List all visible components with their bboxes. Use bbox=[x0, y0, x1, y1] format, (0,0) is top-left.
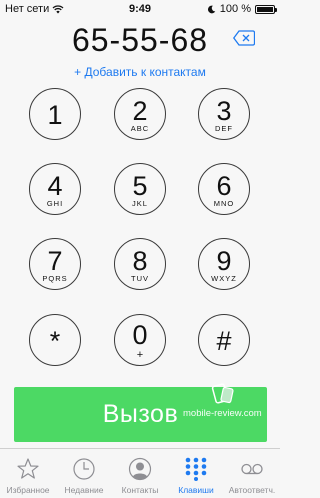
key-letters: DEF bbox=[215, 124, 233, 133]
watermark-logo-icon bbox=[211, 383, 234, 404]
key-digit: # bbox=[216, 326, 232, 356]
tab-label: Контакты bbox=[121, 485, 159, 495]
tab-contacts[interactable]: Контакты bbox=[112, 449, 168, 498]
key-hash[interactable]: # bbox=[198, 314, 250, 366]
key-digit: 7 bbox=[47, 246, 63, 276]
tab-recents[interactable]: Недавние bbox=[56, 449, 112, 498]
key-2[interactable]: 2 ABC bbox=[114, 88, 166, 140]
key-letters: GHI bbox=[46, 199, 64, 208]
key-0[interactable]: 0 + bbox=[114, 314, 166, 366]
key-4[interactable]: 4 GHI bbox=[29, 163, 81, 215]
key-digit: 0 bbox=[132, 320, 148, 350]
key-digit: 2 bbox=[132, 96, 148, 126]
key-star[interactable]: * bbox=[29, 314, 81, 366]
key-letters: MNO bbox=[213, 199, 235, 208]
key-7[interactable]: 7 PQRS bbox=[29, 238, 81, 290]
keypad-icon bbox=[185, 457, 207, 481]
key-letters: ABC bbox=[130, 124, 150, 133]
clock-icon bbox=[73, 458, 95, 480]
status-right: 100 % bbox=[207, 3, 277, 15]
key-6[interactable]: 6 MNO bbox=[198, 163, 250, 215]
battery-icon bbox=[255, 4, 277, 14]
star-icon bbox=[17, 458, 39, 479]
tab-label: Недавние bbox=[64, 485, 104, 495]
key-digit: 9 bbox=[216, 246, 232, 276]
tab-favorites[interactable]: Избранное bbox=[0, 449, 56, 498]
watermark-text: mobile-review.com bbox=[183, 408, 262, 419]
key-digit: 6 bbox=[216, 171, 232, 201]
person-icon bbox=[128, 457, 152, 481]
key-digit: 5 bbox=[132, 171, 148, 201]
tab-label: Клавиши bbox=[178, 485, 214, 495]
tab-voicemail[interactable]: Автоответч. bbox=[224, 449, 280, 498]
key-digit: 4 bbox=[47, 171, 63, 201]
key-9[interactable]: 9 WXYZ bbox=[198, 238, 250, 290]
key-letters: WXYZ bbox=[211, 274, 237, 283]
voicemail-icon bbox=[241, 463, 263, 475]
key-digit: 1 bbox=[47, 100, 63, 130]
tab-bar: Избранное Недавние Контакты Клавиши Авто… bbox=[0, 448, 280, 497]
backspace-icon[interactable] bbox=[233, 30, 255, 46]
key-letters: + bbox=[136, 349, 144, 361]
tab-label: Автоответч. bbox=[228, 485, 276, 495]
status-bar: Нет сети 9:49 100 % bbox=[0, 0, 280, 18]
key-3[interactable]: 3 DEF bbox=[198, 88, 250, 140]
key-digit: * bbox=[49, 326, 61, 356]
key-letters: PQRS bbox=[42, 274, 68, 283]
battery-percent: 100 % bbox=[219, 3, 251, 15]
moon-icon bbox=[207, 5, 216, 13]
key-letters: JKL bbox=[132, 199, 148, 208]
key-digit: 3 bbox=[216, 96, 232, 126]
key-digit: 8 bbox=[132, 246, 148, 276]
key-8[interactable]: 8 TUV bbox=[114, 238, 166, 290]
key-letters: TUV bbox=[131, 274, 149, 283]
tab-label: Избранное bbox=[6, 485, 50, 495]
tab-keypad[interactable]: Клавиши bbox=[168, 449, 224, 498]
key-5[interactable]: 5 JKL bbox=[114, 163, 166, 215]
key-1[interactable]: 1 bbox=[29, 88, 81, 140]
add-to-contacts-link[interactable]: + Добавить к контактам bbox=[0, 65, 280, 79]
